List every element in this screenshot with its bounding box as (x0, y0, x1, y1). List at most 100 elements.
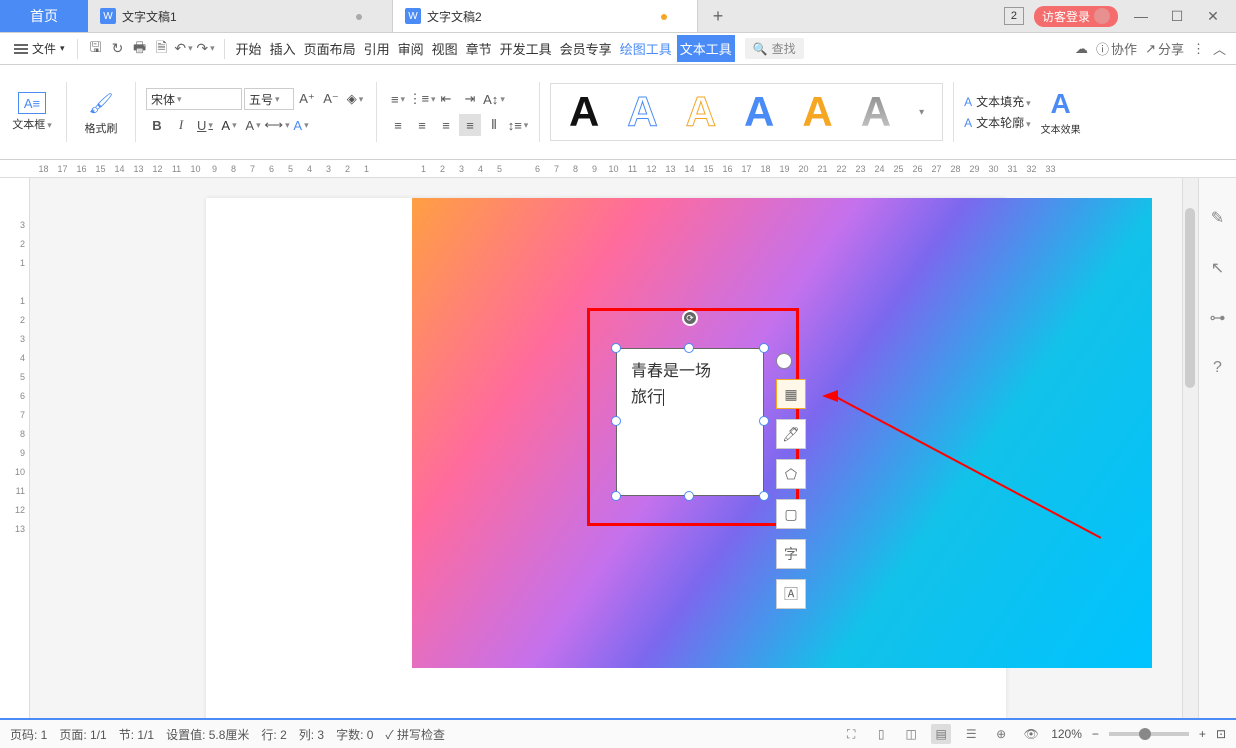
menu-drawing-tools[interactable]: 绘图工具 (617, 35, 675, 62)
decrease-indent-button[interactable]: ⇤ (435, 88, 457, 110)
menu-chapter[interactable]: 章节 (463, 35, 495, 62)
align-center-button[interactable]: ≡ (411, 114, 433, 136)
resize-handle-ml[interactable] (611, 416, 621, 426)
zoom-in-button[interactable]: + (1199, 727, 1206, 741)
notification-badge[interactable]: 2 (1004, 7, 1024, 25)
undo-button[interactable]: ↶ (174, 39, 194, 59)
clear-format-button[interactable]: ◈ (344, 88, 366, 110)
text-direction-button[interactable]: A↕ (483, 88, 505, 110)
web-mode-icon[interactable]: ☰ (961, 724, 981, 744)
italic-button[interactable]: I (170, 114, 192, 136)
text-style-icon[interactable]: 字 (776, 539, 806, 569)
text-effect2-button[interactable]: A (290, 114, 312, 136)
horizontal-ruler[interactable]: 1817161514131211109876543211234567891011… (0, 160, 1236, 178)
char-spacing-button[interactable]: ⟷ (266, 114, 288, 136)
sync-icon[interactable]: ↻ (108, 39, 128, 59)
align-left-button[interactable]: ≡ (387, 114, 409, 136)
resize-handle-mr[interactable] (759, 416, 769, 426)
cloud-button[interactable]: ☁ (1075, 41, 1088, 57)
increase-font-button[interactable]: A⁺ (296, 88, 318, 110)
pencil-icon[interactable]: ✎ (1208, 208, 1228, 228)
menu-dev-tools[interactable]: 开发工具 (497, 35, 555, 62)
resize-handle-bm[interactable] (684, 491, 694, 501)
fullscreen-icon[interactable]: ⛶ (841, 724, 861, 744)
preview-icon[interactable]: 🗎 (152, 39, 172, 59)
menu-vip[interactable]: 会员专享 (557, 35, 615, 62)
zoom-thumb[interactable] (1139, 728, 1151, 740)
document-canvas[interactable]: 青春是一场 旅行 ⟳ ▦ 🖊 ⬠ ▢ 字 (30, 178, 1182, 718)
file-menu[interactable]: 文件 ▾ (10, 38, 69, 59)
wordart-gallery[interactable]: A A A A A A ▾ (550, 83, 943, 141)
highlight-button[interactable]: A (242, 114, 264, 136)
text-fill-button[interactable]: A 文本填充 (964, 93, 1031, 110)
bullets-button[interactable]: ≡ (387, 88, 409, 110)
menu-page-layout[interactable]: 页面布局 (301, 35, 359, 62)
text-effect-tool[interactable]: A 文本效果 (1037, 89, 1085, 136)
eye-icon[interactable]: 👁 (1021, 724, 1041, 744)
vertical-scrollbar[interactable] (1182, 178, 1198, 718)
outline-mode-icon[interactable]: ◫ (901, 724, 921, 744)
menu-view[interactable]: 视图 (429, 35, 461, 62)
line-spacing-button[interactable]: ↕≡ (507, 114, 529, 136)
wordart-style-2[interactable]: A (627, 88, 657, 136)
fill-shape-icon[interactable]: 🖊 (776, 419, 806, 449)
text-box[interactable]: 青春是一场 旅行 (616, 348, 764, 496)
add-tab-button[interactable]: + (698, 0, 738, 32)
globe-icon[interactable]: ⊕ (991, 724, 1011, 744)
page-mode-icon[interactable]: ▤ (931, 724, 951, 744)
status-page-no[interactable]: 页码: 1 (10, 726, 47, 743)
doc-tab-1[interactable]: W 文字文稿1 (88, 0, 393, 32)
layout-option-icon[interactable] (776, 353, 792, 369)
doc-tab-2[interactable]: W 文字文稿2 (393, 0, 698, 32)
menu-start[interactable]: 开始 (233, 35, 265, 62)
guest-login-button[interactable]: 访客登录 (1034, 6, 1118, 27)
font-size-select[interactable]: 五号 (244, 88, 294, 110)
font-name-select[interactable]: 宋体 (146, 88, 242, 110)
wordart-style-5[interactable]: A (802, 88, 832, 136)
wrap-text-icon[interactable]: ▦ (776, 379, 806, 409)
cursor-icon[interactable]: ↖ (1208, 258, 1228, 278)
close-button[interactable]: ✕ (1200, 3, 1226, 29)
status-word-count[interactable]: 字数: 0 (336, 726, 373, 743)
font-color-button[interactable]: A (218, 114, 240, 136)
bold-button[interactable]: B (146, 114, 168, 136)
decrease-font-button[interactable]: A⁻ (320, 88, 342, 110)
zoom-out-button[interactable]: − (1092, 727, 1099, 741)
search-box[interactable]: 🔍 查找 (745, 38, 804, 59)
lock-object-icon[interactable]: 🄰 (776, 579, 806, 609)
redo-button[interactable]: ↷ (196, 39, 216, 59)
vertical-ruler[interactable]: 32112345678910111213 (0, 178, 30, 718)
print-icon[interactable]: 🖶 (130, 39, 150, 59)
menu-review[interactable]: 审阅 (395, 35, 427, 62)
shape-outline-icon[interactable]: ⬠ (776, 459, 806, 489)
wordart-style-4[interactable]: A (744, 88, 774, 136)
scroll-thumb[interactable] (1185, 208, 1195, 388)
align-justify-button[interactable]: ≡ (459, 114, 481, 136)
fit-page-button[interactable]: ⊡ (1216, 727, 1226, 741)
align-right-button[interactable]: ≡ (435, 114, 457, 136)
save-icon[interactable]: 🖫 (86, 39, 106, 59)
resize-handle-tr[interactable] (759, 343, 769, 353)
wordart-style-6[interactable]: A (861, 88, 891, 136)
resize-handle-bl[interactable] (611, 491, 621, 501)
numbering-button[interactable]: ⋮≡ (411, 88, 433, 110)
resize-handle-br[interactable] (759, 491, 769, 501)
minimize-button[interactable]: — (1128, 3, 1154, 29)
no-fill-icon[interactable]: ▢ (776, 499, 806, 529)
rotate-handle[interactable]: ⟳ (682, 310, 698, 326)
share-button[interactable]: ↗ 分享 (1145, 39, 1184, 58)
maximize-button[interactable]: ☐ (1164, 3, 1190, 29)
distribute-button[interactable]: ⫴ (483, 114, 505, 136)
settings-icon[interactable]: ⊶ (1208, 308, 1228, 328)
resize-handle-tl[interactable] (611, 343, 621, 353)
help-icon[interactable]: ? (1208, 358, 1228, 378)
collab-button[interactable]: ⓘ 协作 (1096, 39, 1137, 58)
home-tab[interactable]: 首页 (0, 0, 88, 32)
text-outline-button[interactable]: A 文本轮廓 (964, 114, 1031, 131)
read-mode-icon[interactable]: ▯ (871, 724, 891, 744)
menu-text-tools[interactable]: 文本工具 (677, 35, 735, 62)
resize-handle-tm[interactable] (684, 343, 694, 353)
status-spell-check[interactable]: ✓ 拼写检查 (385, 726, 445, 743)
gallery-expand-icon[interactable]: ▾ (919, 107, 924, 118)
menu-reference[interactable]: 引用 (361, 35, 393, 62)
